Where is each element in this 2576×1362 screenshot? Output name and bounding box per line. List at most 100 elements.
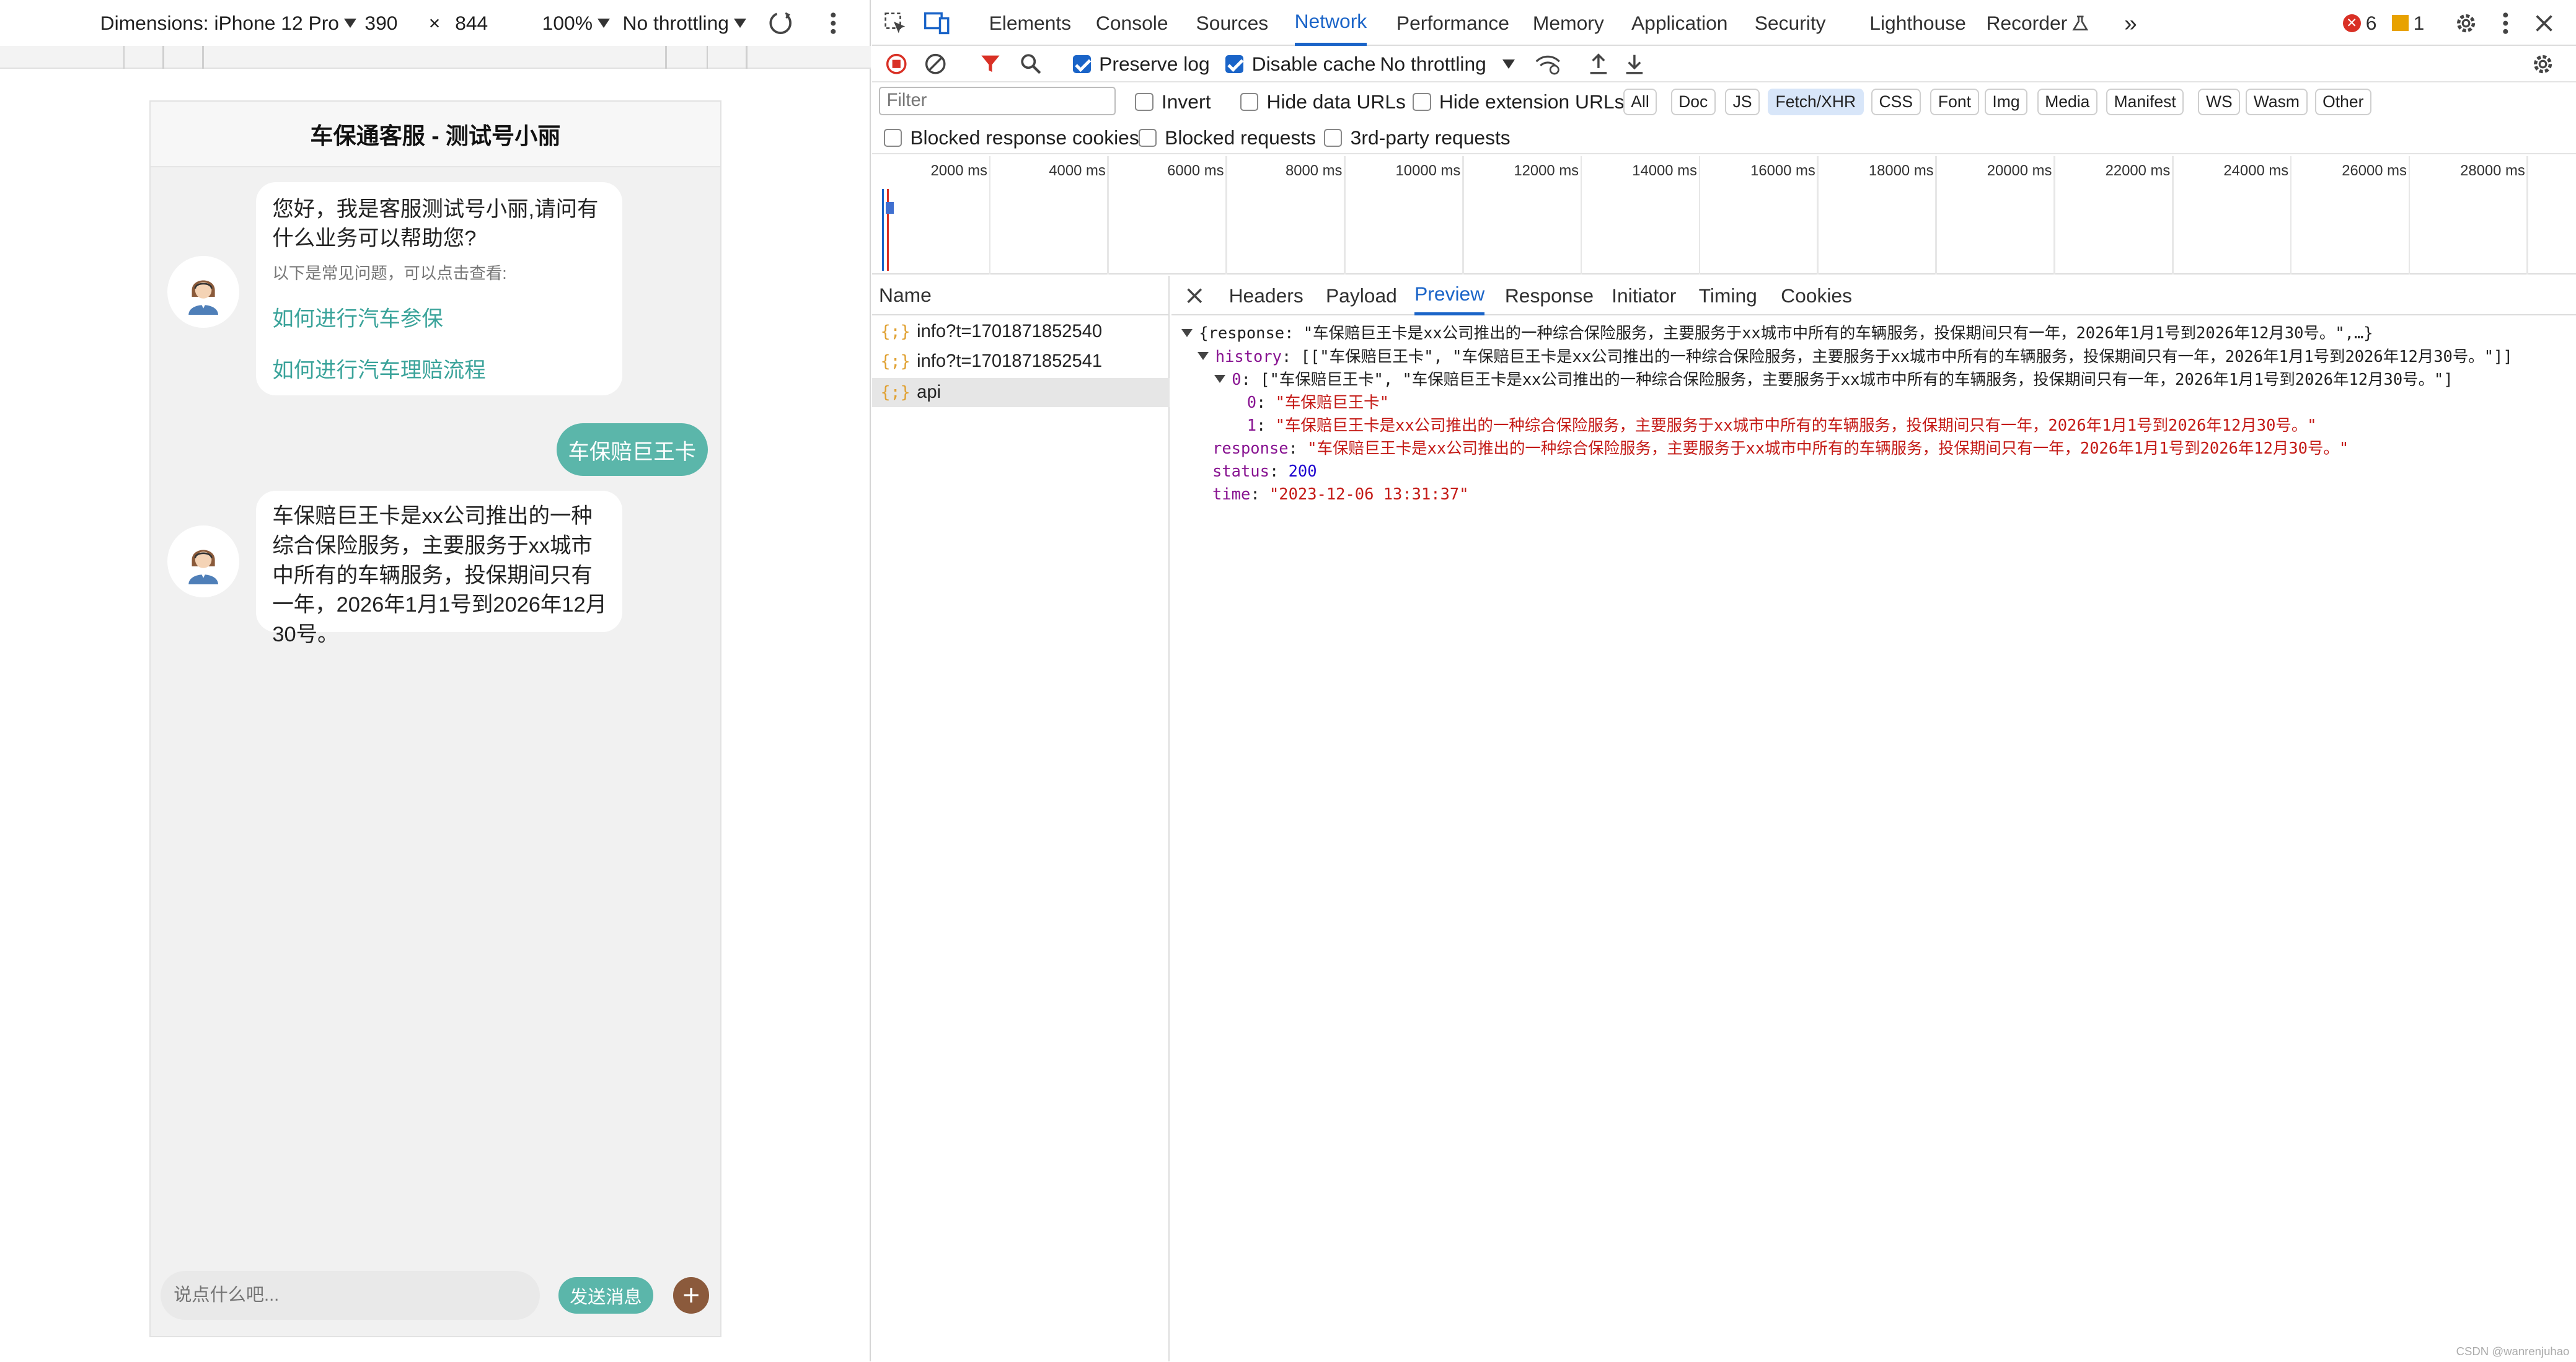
device-select[interactable]: Dimensions: iPhone 12 Pro: [100, 0, 356, 46]
json-string-value: "车保赔巨王卡是xx公司推出的一种综合保险服务，主要服务于xx城市中所有的车辆服…: [1275, 415, 2317, 434]
request-row-selected[interactable]: {;} api: [872, 377, 1170, 408]
type-chip-img[interactable]: Img: [1984, 89, 2028, 115]
xhr-icon: {;}: [880, 351, 911, 371]
type-chip-font[interactable]: Font: [1930, 89, 1979, 115]
hide-data-urls-checkbox[interactable]: Hide data URLs: [1240, 84, 1406, 120]
tab-timing[interactable]: Timing: [1699, 276, 1757, 315]
import-har-button[interactable]: [1589, 46, 1608, 82]
json-history-0-line[interactable]: 0: ["车保赔巨王卡", "车保赔巨王卡是xx公司推出的一种综合保险服务，主要…: [1214, 368, 2453, 392]
name-column-header[interactable]: Name: [872, 276, 1170, 315]
tab-performance[interactable]: Performance: [1396, 0, 1509, 46]
hide-extension-urls-checkbox[interactable]: Hide extension URLs: [1413, 84, 1625, 120]
tab-initiator[interactable]: Initiator: [1612, 276, 1676, 315]
checkbox-checked-icon: [1072, 55, 1091, 73]
tab-console[interactable]: Console: [1096, 0, 1168, 46]
close-devtools-button[interactable]: [2535, 0, 2553, 46]
type-chip-manifest[interactable]: Manifest: [2106, 89, 2184, 115]
tab-application[interactable]: Application: [1631, 0, 1728, 46]
watermark-text: CSDN @wanrenjuhao: [2456, 1344, 2570, 1358]
third-party-requests-checkbox[interactable]: 3rd-party requests: [1324, 121, 1511, 154]
invert-checkbox[interactable]: Invert: [1135, 84, 1211, 120]
tab-response[interactable]: Response: [1505, 276, 1594, 315]
tab-cookies[interactable]: Cookies: [1781, 276, 1852, 315]
tab-memory[interactable]: Memory: [1533, 0, 1604, 46]
search-button[interactable]: [1020, 46, 1041, 82]
request-row[interactable]: {;} info?t=1701871852541: [872, 346, 1170, 376]
type-chip-fetch-xhr[interactable]: Fetch/XHR: [1767, 89, 1864, 115]
agent-avatar: [167, 255, 240, 328]
close-detail-button[interactable]: [1186, 276, 1203, 315]
inspect-element-button[interactable]: [884, 0, 907, 46]
type-chip-ws[interactable]: WS: [2198, 89, 2241, 115]
times-icon: ×: [428, 11, 441, 34]
rotate-button[interactable]: [767, 0, 793, 46]
tab-recorder[interactable]: Recorder: [1986, 0, 2089, 46]
tab-sources[interactable]: Sources: [1196, 0, 1269, 46]
device-width-input[interactable]: 390: [364, 0, 397, 46]
more-tabs-button[interactable]: »: [2124, 0, 2137, 46]
double-chevron-right-icon: »: [2124, 9, 2137, 36]
tab-network[interactable]: Network: [1294, 0, 1367, 46]
type-chip-doc[interactable]: Doc: [1670, 89, 1716, 115]
blocked-response-cookies-checkbox[interactable]: Blocked response cookies: [883, 121, 1139, 154]
json-history-0-0-line: 0: "车保赔巨王卡": [1246, 392, 1389, 411]
faq-hint: 以下是常见问题，可以点击查看:: [272, 264, 507, 283]
disable-cache-checkbox[interactable]: Disable cache: [1225, 46, 1375, 82]
type-chip-other[interactable]: Other: [2314, 89, 2372, 115]
preserve-log-checkbox[interactable]: Preserve log: [1072, 46, 1210, 82]
message-input[interactable]: [161, 1270, 540, 1320]
error-count-badge[interactable]: ✕ 6: [2342, 0, 2376, 46]
media-query-ruler[interactable]: [0, 46, 871, 69]
device-height-input[interactable]: 844: [455, 0, 488, 46]
type-chip-js[interactable]: JS: [1725, 89, 1760, 115]
device-toggle-button[interactable]: [924, 0, 950, 46]
checkbox-unchecked-icon: [1240, 92, 1259, 111]
customize-menu-button[interactable]: [2502, 0, 2509, 46]
network-settings-button[interactable]: [2531, 46, 2554, 82]
warning-count-badge[interactable]: 1: [2392, 0, 2424, 46]
tab-preview[interactable]: Preview: [1414, 276, 1485, 315]
tab-payload[interactable]: Payload: [1326, 276, 1397, 315]
request-name: api: [917, 382, 942, 402]
tab-headers[interactable]: Headers: [1229, 276, 1303, 315]
export-har-button[interactable]: [1625, 46, 1644, 82]
plus-button[interactable]: +: [673, 1277, 710, 1314]
type-chip-media[interactable]: Media: [2037, 89, 2097, 115]
filter-input[interactable]: [879, 87, 1116, 115]
faq-link-insure[interactable]: 如何进行汽车参保: [272, 305, 443, 335]
json-root-line[interactable]: {response: "车保赔巨王卡是xx公司推出的一种综合保险服务，主要服务于…: [1181, 322, 2373, 345]
type-chip-wasm[interactable]: Wasm: [2246, 89, 2308, 115]
request-row[interactable]: {;} info?t=1701871852540: [872, 317, 1170, 347]
tab-security[interactable]: Security: [1755, 0, 1826, 46]
agent-avatar-icon: [188, 280, 218, 315]
request-list: Name {;} info?t=1701871852540 {;} info?t…: [872, 276, 1170, 1362]
tab-lighthouse[interactable]: Lighthouse: [1869, 0, 1966, 46]
inspect-icon: [884, 12, 906, 33]
reply-text: 车保赔巨王卡是xx公司推出的一种综合保险服务，主要服务于xx城市中所有的车辆服务…: [272, 504, 607, 647]
ruler-tick: [202, 46, 204, 69]
settings-button[interactable]: [2455, 0, 2477, 46]
timeline-label: 6000 ms: [1167, 162, 1224, 180]
clear-button[interactable]: [925, 46, 946, 82]
network-throttling-select[interactable]: No throttling: [1380, 46, 1515, 82]
json-history-line[interactable]: history: [["车保赔巨王卡", "车保赔巨王卡是xx公司推出的一种综合…: [1198, 345, 2513, 369]
network-conditions-button[interactable]: [1535, 46, 1561, 82]
tab-elements[interactable]: Elements: [989, 0, 1072, 46]
device-throttling-select[interactable]: No throttling: [623, 0, 746, 46]
send-message-button[interactable]: 发送消息: [558, 1277, 654, 1314]
type-chip-css[interactable]: CSS: [1871, 89, 1921, 115]
stop-recording-button[interactable]: [886, 46, 907, 82]
blocked-requests-checkbox[interactable]: Blocked requests: [1138, 121, 1316, 154]
faq-link-claim[interactable]: 如何进行汽车理赔流程: [272, 356, 485, 386]
more-options-button[interactable]: [830, 0, 837, 46]
network-throttling-label: No throttling: [1380, 52, 1486, 75]
checkbox-unchecked-icon: [1135, 92, 1153, 111]
download-icon: [1626, 55, 1643, 74]
network-overview-timeline[interactable]: 2000 ms 4000 ms 6000 ms 8000 ms 10000 ms…: [872, 156, 2576, 275]
json-key: 1: [1246, 415, 1257, 434]
filter-toggle-button[interactable]: [981, 46, 1000, 82]
blocked-filter-row: Blocked response cookies Blocked request…: [872, 121, 2576, 155]
gear-icon: [2456, 14, 2475, 32]
type-chip-all[interactable]: All: [1623, 89, 1657, 115]
zoom-select[interactable]: 100%: [542, 0, 610, 46]
